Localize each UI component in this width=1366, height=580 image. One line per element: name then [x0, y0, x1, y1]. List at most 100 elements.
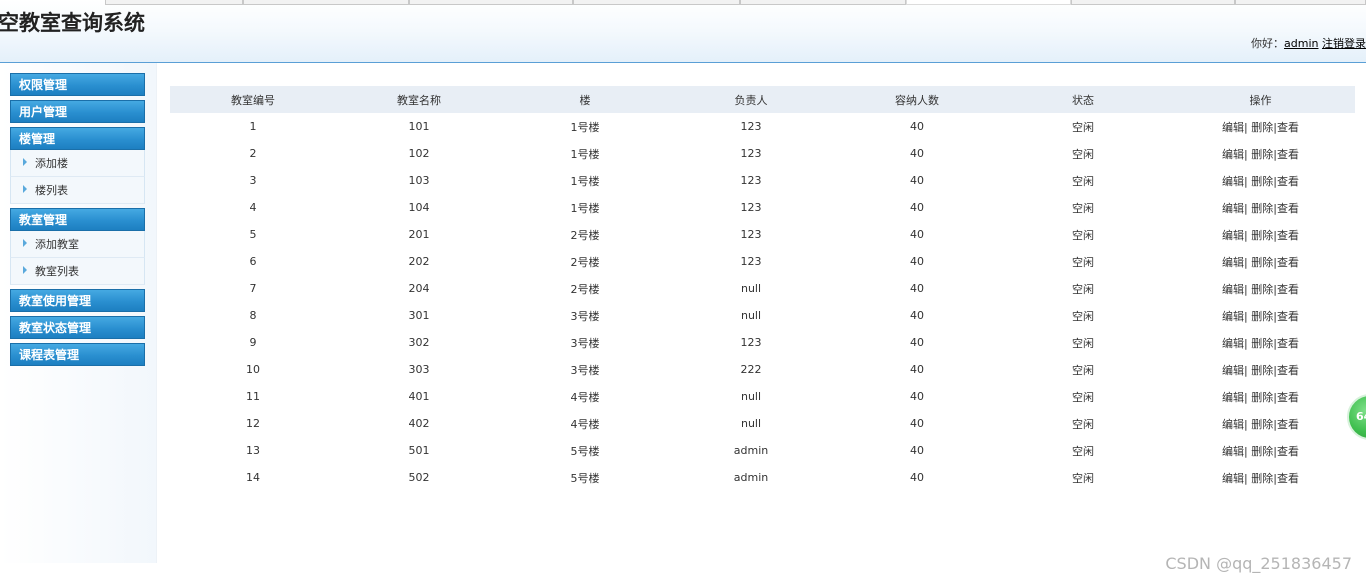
delete-link[interactable]: 删除: [1251, 445, 1273, 458]
edit-link[interactable]: 编辑: [1222, 148, 1244, 161]
cell-name: 303: [408, 363, 430, 376]
cell-status: 空闲: [1072, 444, 1094, 458]
edit-link[interactable]: 编辑: [1222, 202, 1244, 215]
menu-group-classroom-status: 教室状态管理: [10, 316, 145, 339]
edit-link[interactable]: 编辑: [1222, 391, 1244, 404]
menu-item-building-list[interactable]: 楼列表: [10, 177, 145, 204]
view-link[interactable]: 查看: [1277, 283, 1299, 296]
view-link[interactable]: 查看: [1277, 337, 1299, 350]
menu-building-management[interactable]: 楼管理: [10, 127, 145, 150]
menu-group-classroom: 教室管理 添加教室 教室列表: [10, 208, 145, 285]
table-row: 1 101 1号楼 123 40 空闲 编辑| 删除|查看: [170, 113, 1355, 140]
table-row: 4 104 1号楼 123 40 空闲 编辑| 删除|查看: [170, 194, 1355, 221]
view-link[interactable]: 查看: [1277, 364, 1299, 377]
edit-link[interactable]: 编辑: [1222, 256, 1244, 269]
delete-link[interactable]: 删除: [1251, 364, 1273, 377]
delete-link[interactable]: 删除: [1251, 229, 1273, 242]
delete-link[interactable]: 删除: [1251, 391, 1273, 404]
cell-actions: 编辑| 删除|查看: [1222, 228, 1299, 242]
menu-item-label: 添加教室: [35, 238, 79, 251]
delete-link[interactable]: 删除: [1251, 256, 1273, 269]
delete-link[interactable]: 删除: [1251, 148, 1273, 161]
delete-link[interactable]: 删除: [1251, 202, 1273, 215]
menu-item-add-classroom[interactable]: 添加教室: [10, 231, 145, 258]
delete-link[interactable]: 删除: [1251, 337, 1273, 350]
browser-tab-active[interactable]: [906, 0, 1071, 5]
view-link[interactable]: 查看: [1277, 148, 1299, 161]
view-link[interactable]: 查看: [1277, 229, 1299, 242]
arrow-right-icon: [23, 158, 27, 166]
view-link[interactable]: 查看: [1277, 418, 1299, 431]
delete-link[interactable]: 删除: [1251, 310, 1273, 323]
edit-link[interactable]: 编辑: [1222, 283, 1244, 296]
delete-link[interactable]: 删除: [1251, 472, 1273, 485]
cell-capacity: 40: [910, 255, 924, 268]
cell-actions: 编辑| 删除|查看: [1222, 336, 1299, 350]
cell-id: 6: [249, 255, 257, 268]
menu-schedule-management[interactable]: 课程表管理: [10, 343, 145, 366]
cell-actions: 编辑| 删除|查看: [1222, 417, 1299, 431]
edit-link[interactable]: 编辑: [1222, 445, 1244, 458]
edit-link[interactable]: 编辑: [1222, 310, 1244, 323]
cell-building: 2号楼: [570, 282, 600, 296]
cell-building: 3号楼: [570, 309, 600, 323]
logout-link[interactable]: 注销登录: [1322, 37, 1366, 50]
table-row: 2 102 1号楼 123 40 空闲 编辑| 删除|查看: [170, 140, 1355, 167]
menu-permission-management[interactable]: 权限管理: [10, 73, 145, 96]
browser-tab[interactable]: [573, 0, 740, 5]
browser-tab[interactable]: [105, 0, 243, 5]
delete-link[interactable]: 删除: [1251, 283, 1273, 296]
delete-link[interactable]: 删除: [1251, 121, 1273, 134]
cell-building: 2号楼: [570, 228, 600, 242]
cell-building: 4号楼: [570, 390, 600, 404]
view-link[interactable]: 查看: [1277, 310, 1299, 323]
edit-link[interactable]: 编辑: [1222, 229, 1244, 242]
table-row: 9 302 3号楼 123 40 空闲 编辑| 删除|查看: [170, 329, 1355, 356]
view-link[interactable]: 查看: [1277, 472, 1299, 485]
browser-tab[interactable]: [409, 0, 573, 5]
menu-item-classroom-list[interactable]: 教室列表: [10, 258, 145, 285]
cell-name: 302: [408, 336, 430, 349]
edit-link[interactable]: 编辑: [1222, 121, 1244, 134]
cell-name: 502: [408, 471, 430, 484]
view-link[interactable]: 查看: [1277, 175, 1299, 188]
cell-id: 10: [246, 363, 260, 376]
cell-manager: 123: [740, 120, 762, 133]
menu-classroom-management[interactable]: 教室管理: [10, 208, 145, 231]
edit-link[interactable]: 编辑: [1222, 175, 1244, 188]
browser-tab[interactable]: [1235, 0, 1366, 5]
menu-user-management[interactable]: 用户管理: [10, 100, 145, 123]
menu-group-classroom-usage: 教室使用管理: [10, 289, 145, 312]
menu-classroom-usage-management[interactable]: 教室使用管理: [10, 289, 145, 312]
delete-link[interactable]: 删除: [1251, 175, 1273, 188]
cell-actions: 编辑| 删除|查看: [1222, 120, 1299, 134]
edit-link[interactable]: 编辑: [1222, 472, 1244, 485]
browser-tab[interactable]: [1071, 0, 1235, 5]
cell-id: 4: [249, 201, 257, 214]
view-link[interactable]: 查看: [1277, 445, 1299, 458]
username-link[interactable]: admin: [1284, 37, 1318, 50]
table-body: 1 101 1号楼 123 40 空闲 编辑| 删除|查看 2 102 1号楼 123 40 空闲 编辑|…: [170, 113, 1355, 491]
column-header-building: 楼: [502, 86, 668, 113]
cell-id: 5: [249, 228, 257, 241]
menu-classroom-status-management[interactable]: 教室状态管理: [10, 316, 145, 339]
cell-manager: 222: [740, 363, 762, 376]
edit-link[interactable]: 编辑: [1222, 364, 1244, 377]
browser-tab[interactable]: [243, 0, 409, 5]
menu-item-add-building[interactable]: 添加楼: [10, 150, 145, 177]
edit-link[interactable]: 编辑: [1222, 337, 1244, 350]
table-row: 6 202 2号楼 123 40 空闲 编辑| 删除|查看: [170, 248, 1355, 275]
cell-capacity: 40: [910, 336, 924, 349]
cell-capacity: 40: [910, 201, 924, 214]
system-title: 空教室查询系统: [0, 11, 145, 35]
view-link[interactable]: 查看: [1277, 256, 1299, 269]
view-link[interactable]: 查看: [1277, 202, 1299, 215]
delete-link[interactable]: 删除: [1251, 418, 1273, 431]
user-bar: 你好：admin 注销登录: [1251, 35, 1366, 51]
browser-tab[interactable]: [740, 0, 906, 5]
arrow-right-icon: [23, 185, 27, 193]
view-link[interactable]: 查看: [1277, 121, 1299, 134]
edit-link[interactable]: 编辑: [1222, 418, 1244, 431]
main-content: 教室编号 教室名称 楼 负责人 容纳人数 状态 操作 1 101 1号楼 123 40 空…: [170, 86, 1355, 491]
view-link[interactable]: 查看: [1277, 391, 1299, 404]
